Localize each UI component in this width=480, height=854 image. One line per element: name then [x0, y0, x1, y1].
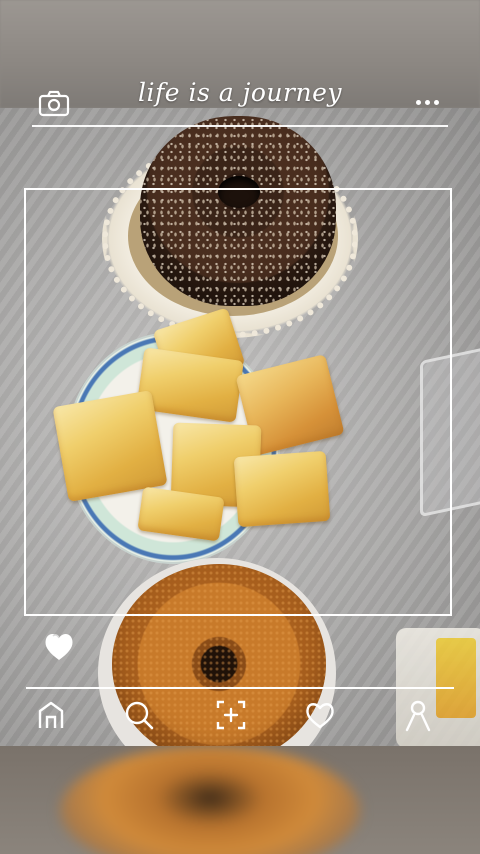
bottom-navigation — [0, 694, 480, 742]
blurred-background-bottom — [0, 746, 480, 854]
nav-divider — [26, 687, 454, 689]
home-icon[interactable] — [34, 698, 68, 734]
heart-filled-icon[interactable] — [44, 628, 74, 664]
photo-frame-overlay — [24, 188, 452, 616]
more-dots-icon[interactable] — [414, 92, 444, 112]
header-divider — [32, 125, 448, 127]
heart-outline-icon[interactable] — [303, 698, 337, 734]
app-title: life is a journey — [138, 78, 342, 107]
search-icon[interactable] — [122, 698, 156, 734]
header: life is a journey — [0, 74, 480, 128]
profile-icon[interactable] — [401, 698, 435, 734]
add-photo-icon[interactable] — [214, 698, 248, 734]
blurred-cake — [60, 746, 360, 854]
